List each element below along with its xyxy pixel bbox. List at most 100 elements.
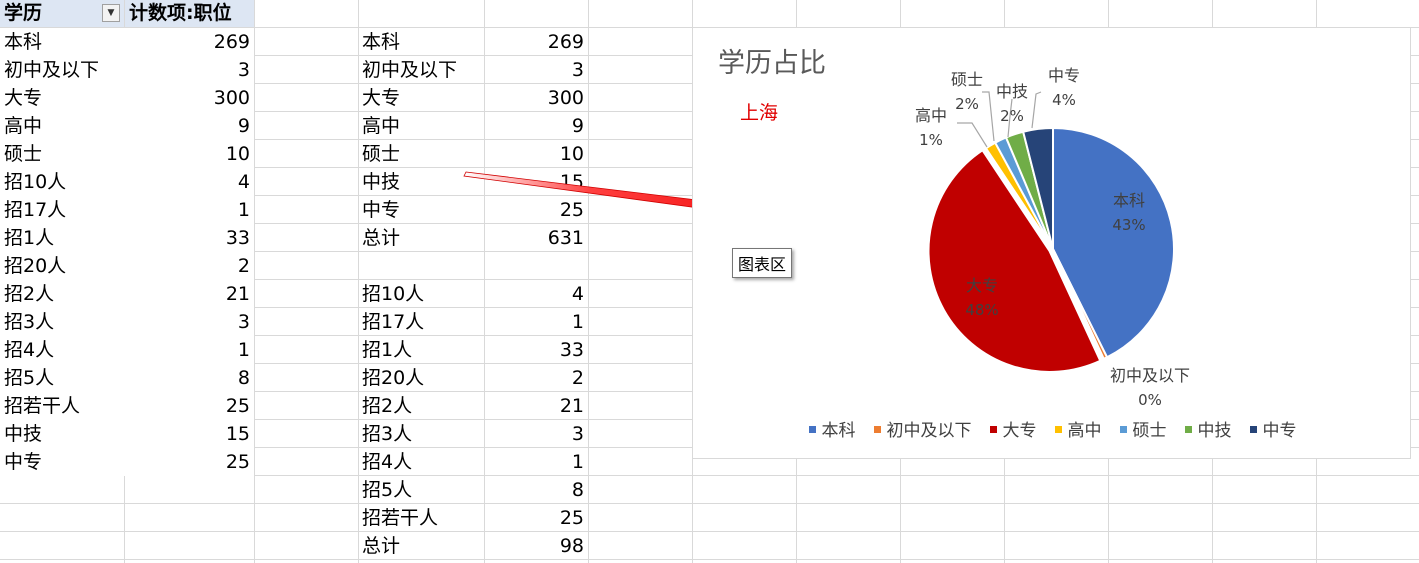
- pivot-value-cell[interactable]: 1: [124, 336, 254, 364]
- legend-item[interactable]: 大专: [989, 416, 1037, 441]
- table2-value-cell[interactable]: 1: [484, 308, 588, 336]
- table2-value-cell[interactable]: 631: [484, 224, 588, 252]
- table2-value-cell[interactable]: 25: [484, 196, 588, 224]
- table2-label-cell[interactable]: 招10人: [358, 280, 484, 308]
- pivot-label-cell[interactable]: 招4人: [0, 336, 124, 364]
- table2-value-cell[interactable]: 25: [484, 504, 588, 532]
- chart-area[interactable]: 学历占比 上海 图表区 本科 43% 初中及以下 0% 大专 48% 高中 1% 硕士 2% 中技 2…: [692, 27, 1411, 459]
- data-label-category[interactable]: 中技: [996, 82, 1028, 101]
- pivot-value-cell[interactable]: 15: [124, 420, 254, 448]
- table2-value-cell[interactable]: 300: [484, 84, 588, 112]
- pivot-label-cell[interactable]: 大专: [0, 84, 124, 112]
- pivot-value-cell[interactable]: 9: [124, 112, 254, 140]
- data-label-category[interactable]: 高中: [915, 106, 947, 125]
- pivot-value-cell[interactable]: 10: [124, 140, 254, 168]
- table2-value-cell[interactable]: 21: [484, 392, 588, 420]
- table2-value-cell[interactable]: 8: [484, 476, 588, 504]
- pivot-label-cell[interactable]: 高中: [0, 112, 124, 140]
- data-label-category[interactable]: 硕士: [951, 70, 983, 89]
- pivot-value-cell[interactable]: 3: [124, 56, 254, 84]
- table2-label-cell[interactable]: 高中: [358, 112, 484, 140]
- pivot-label-cell[interactable]: 招3人: [0, 308, 124, 336]
- table2-label-cell[interactable]: 硕士: [358, 140, 484, 168]
- pivot-value-cell[interactable]: 1: [124, 196, 254, 224]
- pivot-value-cell[interactable]: 33: [124, 224, 254, 252]
- data-label-percent[interactable]: 2%: [955, 95, 979, 113]
- pivot-label-cell[interactable]: 中技: [0, 420, 124, 448]
- legend-item[interactable]: 中技: [1184, 416, 1232, 441]
- legend-marker: [1054, 425, 1062, 433]
- table2-label-cell[interactable]: 招17人: [358, 308, 484, 336]
- pivot-value-cell[interactable]: 3: [124, 308, 254, 336]
- leader-line-4: [982, 91, 995, 142]
- pivot-label-cell[interactable]: 招2人: [0, 280, 124, 308]
- pivot-label-cell[interactable]: 硕士: [0, 140, 124, 168]
- table2-value-cell[interactable]: 10: [484, 140, 588, 168]
- pivot-value-cell[interactable]: 300: [124, 84, 254, 112]
- pivot-label-cell[interactable]: 招20人: [0, 252, 124, 280]
- chart-legend[interactable]: 本科 初中及以下 大专 高中 硕士 中技 中专: [693, 416, 1412, 441]
- pivot-value-cell[interactable]: 269: [124, 28, 254, 56]
- table2-label-cell[interactable]: 招5人: [358, 476, 484, 504]
- legend-item[interactable]: 本科: [808, 416, 856, 441]
- legend-item[interactable]: 初中及以下: [873, 416, 972, 441]
- pie-plot[interactable]: 本科 43% 初中及以下 0% 大专 48% 高中 1% 硕士 2% 中技 2% 中专 4%: [693, 28, 1412, 460]
- table2-value-cell[interactable]: 3: [484, 420, 588, 448]
- table2-label-cell[interactable]: 初中及以下: [358, 56, 484, 84]
- data-label-percent[interactable]: 48%: [965, 301, 998, 319]
- table2-value-cell[interactable]: 3: [484, 56, 588, 84]
- table2-value-cell[interactable]: 15: [484, 168, 588, 196]
- table2-value-cell[interactable]: 98: [484, 532, 588, 560]
- data-label-percent[interactable]: 4%: [1052, 91, 1076, 109]
- table2-label-cell[interactable]: 招2人: [358, 392, 484, 420]
- table2-label-cell[interactable]: 中技: [358, 168, 484, 196]
- table2-label-cell[interactable]: [358, 252, 484, 280]
- data-label-category[interactable]: 初中及以下: [1110, 366, 1190, 385]
- pivot-value-cell[interactable]: 21: [124, 280, 254, 308]
- table2-label-cell[interactable]: 本科: [358, 28, 484, 56]
- filter-dropdown-icon[interactable]: ▼: [102, 4, 120, 22]
- data-label-category[interactable]: 本科: [1113, 191, 1145, 210]
- table2-value-cell[interactable]: [484, 252, 588, 280]
- pivot-label-cell[interactable]: 招17人: [0, 196, 124, 224]
- table2-label-cell[interactable]: 大专: [358, 84, 484, 112]
- table2-value-cell[interactable]: 1: [484, 448, 588, 476]
- legend-label: 初中及以下: [886, 421, 972, 441]
- legend-item[interactable]: 高中: [1054, 416, 1102, 441]
- data-label-category[interactable]: 大专: [966, 276, 998, 295]
- pivot-value-cell[interactable]: 8: [124, 364, 254, 392]
- table2-value-cell[interactable]: 33: [484, 336, 588, 364]
- table2-label-cell[interactable]: 招3人: [358, 420, 484, 448]
- pivot-label-cell[interactable]: 中专: [0, 448, 124, 476]
- pivot-value-cell[interactable]: 4: [124, 168, 254, 196]
- data-label-category[interactable]: 中专: [1048, 66, 1080, 85]
- pivot-label-cell[interactable]: 初中及以下: [0, 56, 124, 84]
- data-label-percent[interactable]: 2%: [1000, 107, 1024, 125]
- table2-label-cell[interactable]: 中专: [358, 196, 484, 224]
- pivot-value-cell[interactable]: 25: [124, 392, 254, 420]
- table2-label-cell[interactable]: 总计: [358, 532, 484, 560]
- pivot-label-cell[interactable]: 本科: [0, 28, 124, 56]
- leader-line-3: [957, 122, 988, 148]
- data-label-percent[interactable]: 43%: [1112, 216, 1145, 234]
- table2-label-cell[interactable]: 总计: [358, 224, 484, 252]
- table2-label-cell[interactable]: 招4人: [358, 448, 484, 476]
- data-label-percent[interactable]: 1%: [919, 131, 943, 149]
- pivot-value-cell[interactable]: 25: [124, 448, 254, 476]
- data-label-percent[interactable]: 0%: [1138, 391, 1162, 409]
- table2-label-cell[interactable]: 招20人: [358, 364, 484, 392]
- pivot-label-cell[interactable]: 招10人: [0, 168, 124, 196]
- table2-label-cell[interactable]: 招若干人: [358, 504, 484, 532]
- table2-value-cell[interactable]: 269: [484, 28, 588, 56]
- pivot-label-cell[interactable]: 招若干人: [0, 392, 124, 420]
- table2-value-cell[interactable]: 9: [484, 112, 588, 140]
- legend-item[interactable]: 硕士: [1119, 416, 1167, 441]
- pivot-label-cell[interactable]: 招1人: [0, 224, 124, 252]
- pivot-value-header[interactable]: 计数项:职位: [125, 0, 254, 27]
- table2-value-cell[interactable]: 2: [484, 364, 588, 392]
- legend-item[interactable]: 中专: [1249, 416, 1297, 441]
- table2-label-cell[interactable]: 招1人: [358, 336, 484, 364]
- pivot-label-cell[interactable]: 招5人: [0, 364, 124, 392]
- pivot-value-cell[interactable]: 2: [124, 252, 254, 280]
- table2-value-cell[interactable]: 4: [484, 280, 588, 308]
